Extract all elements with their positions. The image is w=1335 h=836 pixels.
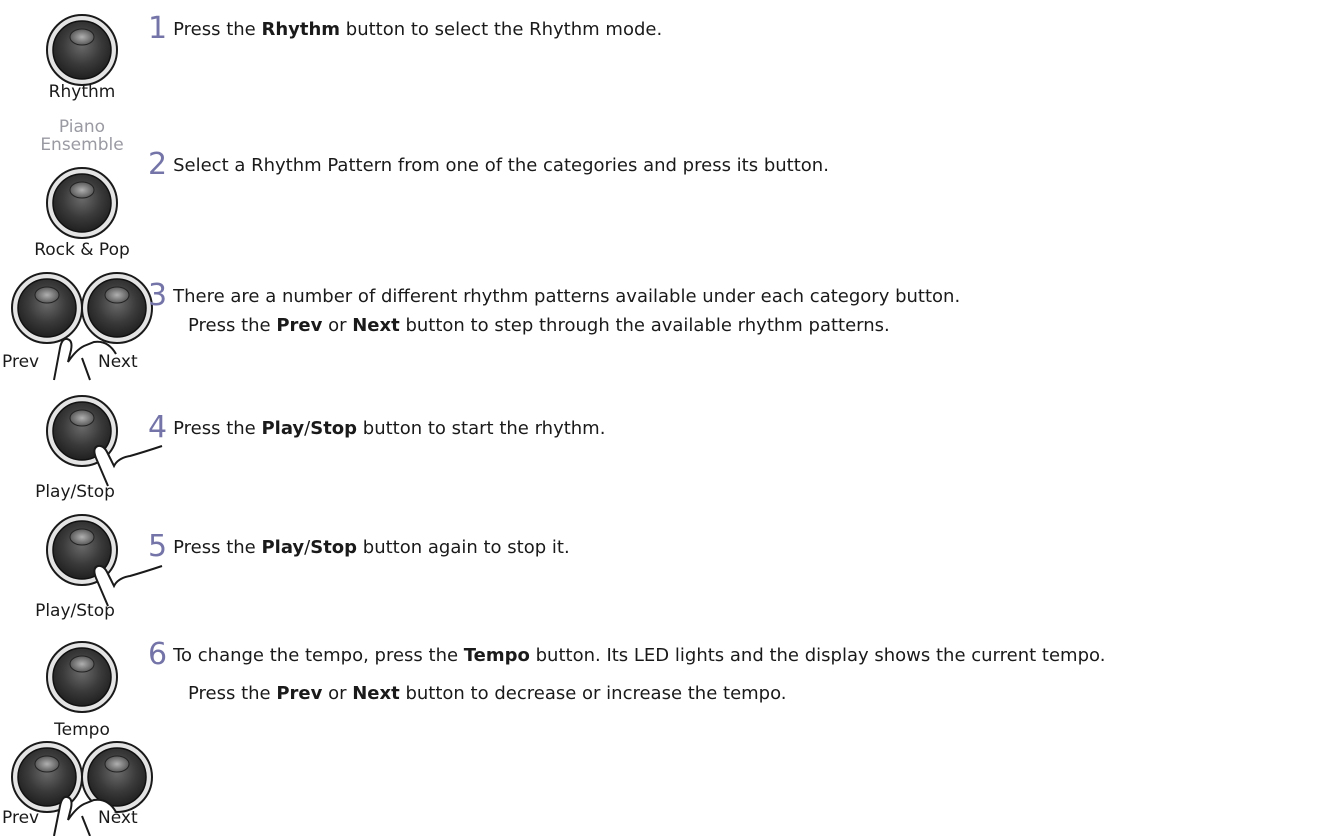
rock-pop-button-label: Rock & Pop [34, 240, 130, 260]
next-button-label: Next [98, 808, 138, 828]
step-4: 4 Press the Play/Stop button to start the… [148, 410, 606, 445]
rhythm-button-icon[interactable] [45, 13, 119, 87]
step-6-line-2: Press the Prev or Next button to decreas… [188, 683, 787, 704]
step-6: 6 To change the tempo, press the Tempo bu… [148, 637, 1106, 672]
rhythm-button-label: Rhythm [48, 82, 116, 102]
step-5: 5 Press the Play/Stop button again to sto… [148, 529, 570, 564]
step-1: 1 Press the Rhythm button to select the R… [148, 11, 663, 46]
tempo-button-icon[interactable] [45, 640, 119, 714]
next-button-label: Next [98, 352, 138, 372]
play-stop-button-label: Play/Stop [35, 482, 115, 502]
prev-button-label: Prev [2, 808, 40, 828]
step-3: 3 There are a number of different rhythm … [148, 278, 961, 313]
step-2: 2 Select a Rhythm Pattern from one of the… [148, 147, 829, 182]
tempo-button-label: Tempo [54, 720, 110, 740]
rock-pop-button-icon[interactable] [45, 166, 119, 240]
step-3-line-2: Press the Prev or Next button to step th… [188, 315, 890, 336]
prev-button-label: Prev [2, 352, 40, 372]
play-stop-button-label: Play/Stop [35, 601, 115, 621]
piano-ensemble-label: Piano Ensemble [40, 117, 124, 155]
